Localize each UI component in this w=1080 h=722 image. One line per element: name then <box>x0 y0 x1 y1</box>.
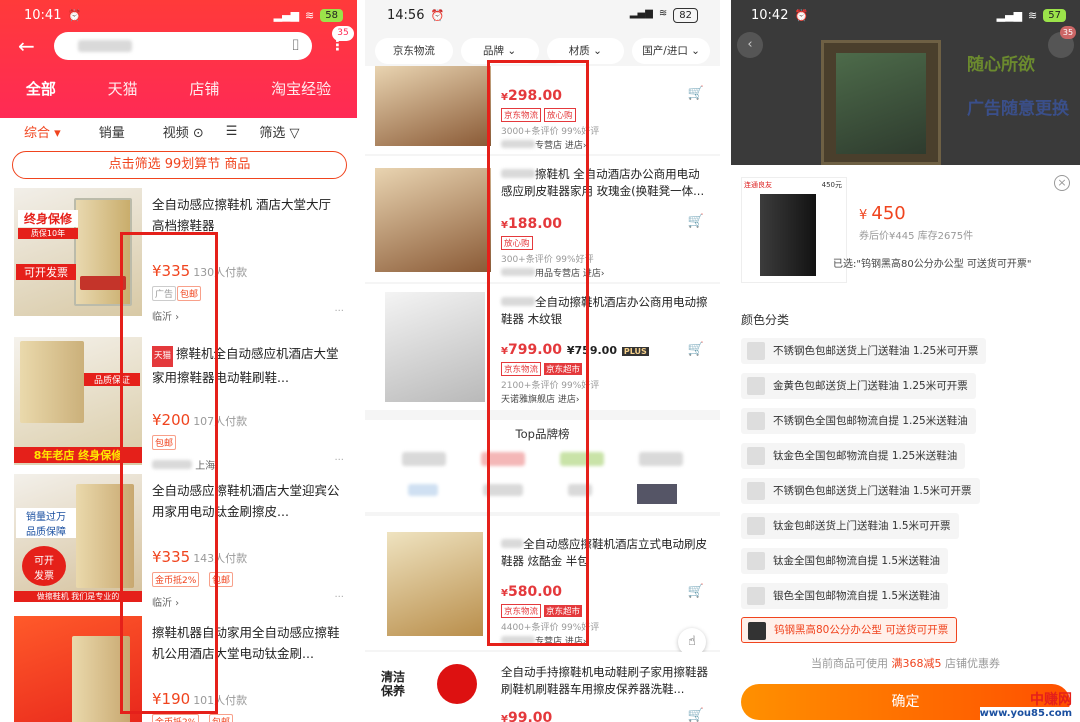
watermark: 中赚网 www.you85.com <box>979 692 1072 720</box>
signal-icon: ▂▄▆ <box>996 8 1023 22</box>
back-icon[interactable]: ← <box>18 34 35 58</box>
product-thumbnail <box>375 168 491 272</box>
message-badge: 35 <box>332 26 354 41</box>
alarm-icon: ⏰ <box>67 8 82 22</box>
banner-image <box>821 40 941 165</box>
cart-icon[interactable]: 🛒 <box>688 214 704 229</box>
spec-option[interactable]: 不锈钢色全国包邮物流自提 1.25米送鞋油 <box>741 408 976 434</box>
product-banner-dimmed: 10:42 ⏰ ▂▄▆ ≋ 57 ‹ 随心所欲 广告随意更换 35 <box>731 0 1080 165</box>
spec-option[interactable]: 钛金全国包邮物流自提 1.5米送鞋油 <box>741 548 949 574</box>
free-shipping-tag: 包邮 <box>209 714 234 722</box>
tab-bar: 全部 天猫 店铺 淘宝经验 <box>0 78 357 99</box>
tab-shops[interactable]: 店铺 <box>189 78 219 99</box>
more-dots-icon[interactable]: ··· <box>334 592 344 603</box>
filter-button[interactable]: 筛选 ▽ <box>259 122 299 141</box>
alarm-icon: ⏰ <box>794 8 809 22</box>
coupon-notice: 当前商品可使用 满368减5 店铺优惠券 <box>811 657 1000 670</box>
spec-option[interactable]: 不锈钢色包邮送货上门送鞋油 1.25米可开票 <box>741 338 987 364</box>
product-thumbnail <box>375 66 491 146</box>
list-item[interactable]: 清洁 保养 全自动手持擦鞋机电动鞋刷子家用擦鞋器刷鞋机刷鞋器车用擦皮保养器洗鞋..… <box>365 652 720 722</box>
cart-icon[interactable]: 🛒 <box>688 584 704 599</box>
spec-option[interactable]: 金黄色包邮送货上门送鞋油 1.25米可开票 <box>741 373 976 399</box>
back-icon[interactable]: ‹ <box>737 32 763 58</box>
banner-text: 广告随意更换 <box>967 99 1069 119</box>
product-thumbnail: 清洁 保养 <box>375 660 491 722</box>
sort-sales[interactable]: 销量 <box>99 122 125 141</box>
battery-icon: 82 <box>673 7 698 23</box>
section-title: 颜色分类 <box>741 313 790 327</box>
taobao-header: 10:41 ⏰ ▂▄▆ ≋ 58 ← ⌷ ⋮ 35 全部 天猫 店铺 淘宝经验 <box>0 0 357 118</box>
signal-icon: ▂▄▆ <box>273 8 300 22</box>
close-icon[interactable]: × <box>1054 175 1070 191</box>
camera-icon[interactable]: ⌷ <box>291 36 300 54</box>
chip-jd-logistics[interactable]: 京东物流 <box>375 38 453 64</box>
product-title[interactable]: 全自动手持擦鞋机电动鞋刷子家用擦鞋器刷鞋机刷鞋器车用擦皮保养器洗鞋... <box>501 664 709 698</box>
battery-icon: 57 <box>1043 8 1066 22</box>
sort-bar: 综合 ▾ 销量 视频 ⊙ ☰ 筛选 ▽ <box>0 119 357 143</box>
coin-tag: 金币抵2% <box>152 714 200 722</box>
status-bar: 14:56 ⏰ ▂▄▆ ≋ 82 <box>365 0 720 30</box>
sku-price: ¥ 450 <box>859 203 906 224</box>
status-bar: 10:42 ⏰ ▂▄▆ ≋ 57 <box>751 6 1066 24</box>
view-toggle-icon[interactable]: ☰ <box>226 124 238 139</box>
cart-badge: 35 <box>1060 26 1076 39</box>
cart-icon[interactable]: 🛒 <box>688 342 704 357</box>
thumb-label: 清洁 保养 <box>381 670 406 698</box>
battery-icon: 58 <box>320 8 343 22</box>
sort-video[interactable]: 视频 ⊙ <box>163 122 204 141</box>
coupon-price-stock: 券后价¥445 库存2675件 <box>859 231 974 242</box>
more-dots-icon[interactable]: ··· <box>334 455 344 466</box>
highlight-box <box>487 60 589 646</box>
tab-tmall[interactable]: 天猫 <box>108 78 138 99</box>
status-time: 14:56 <box>387 7 425 23</box>
search-query-blurred <box>78 40 132 52</box>
thumb-label: 可开发票 <box>22 546 66 586</box>
product-price: ¥99.00 <box>501 710 553 722</box>
promo-filter-banner[interactable]: 点击筛选 99划算节 商品 <box>12 151 347 179</box>
spec-panel: 10:42 ⏰ ▂▄▆ ≋ 57 ‹ 随心所欲 广告随意更换 35 连通良友 450… <box>731 0 1080 722</box>
product-thumbnail <box>387 532 483 636</box>
thumb-label: 质保10年 <box>18 228 78 239</box>
taobao-panel: 10:41 ⏰ ▂▄▆ ≋ 58 ← ⌷ ⋮ 35 全部 天猫 店铺 淘宝经验 综合… <box>0 0 357 722</box>
banner-text: 随心所欲 <box>967 55 1035 75</box>
tab-experience[interactable]: 淘宝经验 <box>271 78 331 99</box>
spec-option[interactable]: 银色全国包邮物流自提 1.5米送鞋油 <box>741 583 949 609</box>
status-bar: 10:41 ⏰ ▂▄▆ ≋ 58 <box>24 6 343 24</box>
more-dots-icon[interactable]: ··· <box>334 306 344 317</box>
thumb-label: 连通良友 <box>744 181 772 189</box>
thumb-label: 可开发票 <box>16 264 76 280</box>
wifi-icon: ≋ <box>1028 8 1038 22</box>
spec-option[interactable]: 不锈钢色包邮送货上门送鞋油 1.5米可开票 <box>741 478 980 504</box>
sort-overall[interactable]: 综合 ▾ <box>24 122 61 141</box>
wifi-icon: ≋ <box>658 7 668 19</box>
status-time: 10:41 <box>24 7 62 23</box>
thumb-label: 450元 <box>821 181 842 189</box>
selected-spec: 已选:"钨钢黑高80公分办公型 可送货可开票" <box>833 259 1032 270</box>
highlight-box <box>120 232 218 714</box>
thumb-label: 销量过万 品质保障 <box>16 508 76 538</box>
spec-option-selected[interactable]: 钨钢黑高80公分办公型 可送货可开票 <box>741 617 958 643</box>
spec-option[interactable]: 钛金包邮送货上门送鞋油 1.5米可开票 <box>741 513 959 539</box>
product-thumbnail <box>385 292 485 402</box>
cart-icon[interactable]: 🛒 <box>688 708 704 722</box>
product-title[interactable]: 全自动感应擦鞋机 酒店大堂大厅 高档擦鞋器 <box>152 194 342 236</box>
status-time: 10:42 <box>751 7 789 23</box>
cart-icon[interactable]: 🛒 <box>688 86 704 101</box>
signal-icon: ▂▄▆ <box>629 7 653 19</box>
jd-panel: 14:56 ⏰ ▂▄▆ ≋ 82 京东物流 品牌 ⌄ 材质 ⌄ 国产/进口 ⌄ ¥2… <box>365 0 720 722</box>
chip-origin[interactable]: 国产/进口 ⌄ <box>632 38 710 64</box>
tab-all[interactable]: 全部 <box>26 78 56 99</box>
search-input[interactable]: ⌷ <box>54 32 312 60</box>
sku-thumbnail: 连通良友 450元 <box>741 177 847 283</box>
spec-option[interactable]: 钛金色全国包邮物流自提 1.25米送鞋油 <box>741 443 966 469</box>
spec-sheet: 连通良友 450元 ¥ 450 券后价¥445 库存2675件 已选:"钨钢黑高… <box>731 165 1080 722</box>
thumb-label: 终身保修 <box>18 210 78 227</box>
wifi-icon: ≋ <box>305 8 315 22</box>
alarm-icon: ⏰ <box>430 8 445 22</box>
